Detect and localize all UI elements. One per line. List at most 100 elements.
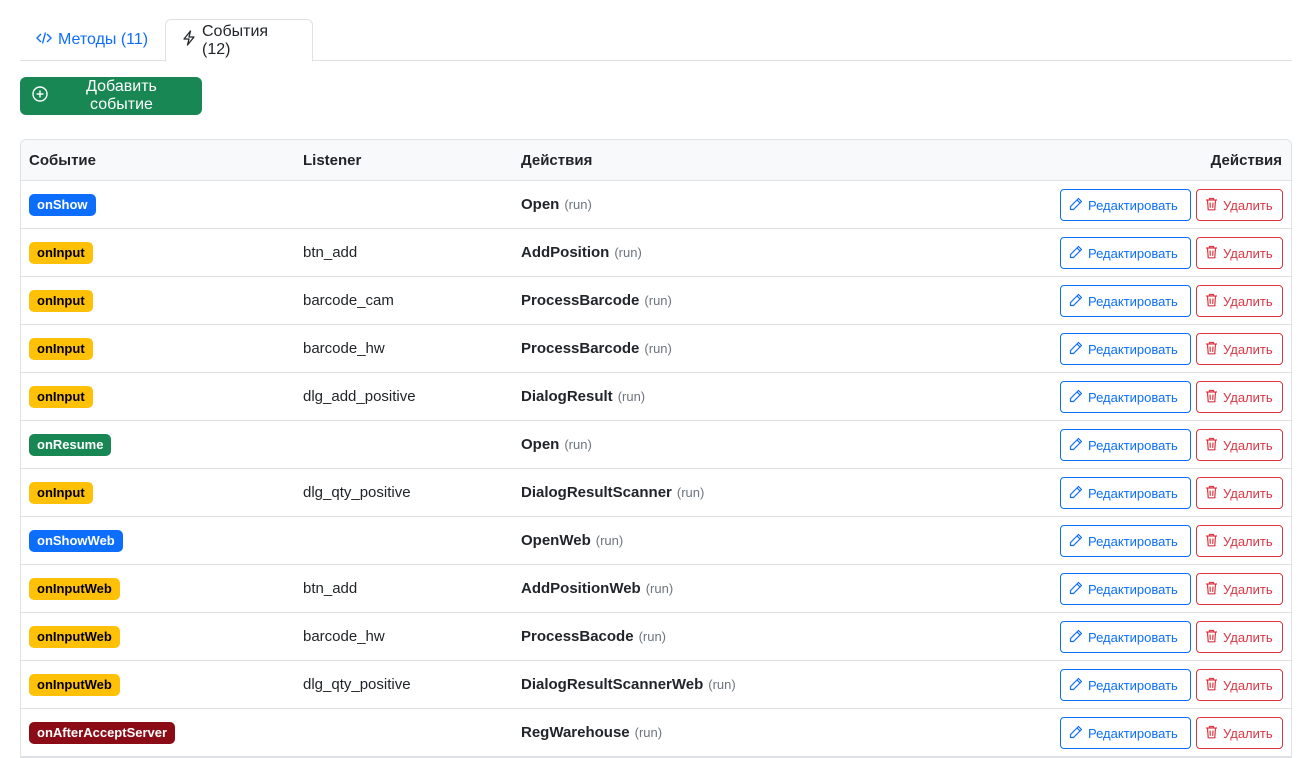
trash-icon bbox=[1205, 437, 1223, 454]
delete-button[interactable]: Удалить bbox=[1196, 189, 1283, 221]
tab-events[interactable]: События (12) bbox=[165, 19, 313, 62]
edit-button[interactable]: Редактировать bbox=[1060, 573, 1191, 605]
table-row: onInputWeb btn_add AddPositionWeb (run) … bbox=[21, 565, 1291, 613]
action-mode: (run) bbox=[644, 341, 672, 356]
pencil-icon bbox=[1069, 485, 1088, 502]
action-name: DialogResult bbox=[521, 388, 613, 405]
edit-label: Редактировать bbox=[1088, 197, 1178, 213]
action-mode: (run) bbox=[644, 293, 672, 308]
listener-cell: btn_add bbox=[303, 565, 357, 612]
delete-button[interactable]: Удалить bbox=[1196, 525, 1283, 557]
action-cell: DialogResultScanner (run) bbox=[521, 469, 704, 516]
trash-icon bbox=[1205, 197, 1223, 214]
event-badge: onInput bbox=[29, 385, 93, 408]
tab-bar: Методы (11) События (12) bbox=[20, 19, 1292, 62]
event-cell: onInputWeb bbox=[29, 565, 120, 612]
row-operations: Редактировать Удалить bbox=[1060, 573, 1283, 605]
row-operations: Редактировать Удалить bbox=[1060, 717, 1283, 749]
delete-button[interactable]: Удалить bbox=[1196, 429, 1283, 461]
edit-button[interactable]: Редактировать bbox=[1060, 621, 1191, 653]
edit-button[interactable]: Редактировать bbox=[1060, 381, 1191, 413]
table-row: onInput btn_add AddPosition (run) Редакт… bbox=[21, 229, 1291, 277]
edit-button[interactable]: Редактировать bbox=[1060, 285, 1191, 317]
row-operations: Редактировать Удалить bbox=[1060, 237, 1283, 269]
listener-name: dlg_qty_positive bbox=[303, 484, 411, 501]
delete-button[interactable]: Удалить bbox=[1196, 381, 1283, 413]
trash-icon bbox=[1205, 485, 1223, 502]
action-name: Open bbox=[521, 436, 560, 453]
edit-button[interactable]: Редактировать bbox=[1060, 477, 1191, 509]
edit-button[interactable]: Редактировать bbox=[1060, 333, 1191, 365]
edit-label: Редактировать bbox=[1088, 437, 1178, 453]
table-row: onInputWeb barcode_hw ProcessBacode (run… bbox=[21, 613, 1291, 661]
header-actions: Действия bbox=[521, 152, 593, 169]
listener-name: barcode_hw bbox=[303, 340, 385, 357]
trash-icon bbox=[1205, 629, 1223, 646]
edit-button[interactable]: Редактировать bbox=[1060, 525, 1191, 557]
edit-button[interactable]: Редактировать bbox=[1060, 237, 1191, 269]
action-mode: (run) bbox=[595, 533, 624, 548]
delete-button[interactable]: Удалить bbox=[1196, 573, 1283, 605]
delete-label: Удалить bbox=[1223, 341, 1273, 357]
edit-button[interactable]: Редактировать bbox=[1060, 669, 1191, 701]
add-event-button[interactable]: Добавить событие bbox=[20, 77, 202, 115]
action-name: RegWarehouse bbox=[521, 724, 630, 741]
listener-cell: barcode_hw bbox=[303, 613, 385, 660]
events-table: Событие Listener Действия Действия onSho… bbox=[20, 139, 1292, 758]
edit-label: Редактировать bbox=[1088, 629, 1178, 645]
row-operations: Редактировать Удалить bbox=[1060, 621, 1283, 653]
action-cell: ProcessBacode (run) bbox=[521, 613, 666, 660]
event-cell: onAfterAcceptServer bbox=[29, 709, 176, 756]
listener-cell: dlg_add_positive bbox=[303, 373, 416, 420]
edit-button[interactable]: Редактировать bbox=[1060, 189, 1191, 221]
listener-name: dlg_add_positive bbox=[303, 388, 416, 405]
pencil-icon bbox=[1069, 341, 1088, 358]
listener-name: dlg_qty_positive bbox=[303, 676, 411, 693]
event-badge: onInputWeb bbox=[29, 577, 120, 600]
event-cell: onInputWeb bbox=[29, 661, 120, 708]
action-name: AddPositionWeb bbox=[521, 580, 641, 597]
action-cell: AddPositionWeb (run) bbox=[521, 565, 673, 612]
event-cell: onInput bbox=[29, 277, 93, 324]
event-cell: onShow bbox=[29, 181, 96, 228]
delete-button[interactable]: Удалить bbox=[1196, 717, 1283, 749]
tab-events-label: События (12) bbox=[202, 22, 269, 58]
delete-button[interactable]: Удалить bbox=[1196, 333, 1283, 365]
delete-label: Удалить bbox=[1223, 725, 1273, 741]
action-name: DialogResultScanner bbox=[521, 484, 672, 501]
table-row: onShowWeb OpenWeb (run) Редактировать Уд… bbox=[21, 517, 1291, 565]
listener-name: barcode_hw bbox=[303, 628, 385, 645]
trash-icon bbox=[1205, 725, 1223, 742]
delete-label: Удалить bbox=[1223, 437, 1273, 453]
action-mode: (run) bbox=[645, 581, 674, 596]
action-cell: RegWarehouse (run) bbox=[521, 709, 662, 756]
action-mode: (run) bbox=[564, 197, 592, 212]
code-icon bbox=[36, 30, 58, 51]
delete-button[interactable]: Удалить bbox=[1196, 237, 1283, 269]
event-badge: onInputWeb bbox=[29, 673, 120, 696]
delete-button[interactable]: Удалить bbox=[1196, 669, 1283, 701]
header-listener: Listener bbox=[303, 152, 362, 169]
pencil-icon bbox=[1069, 437, 1088, 454]
delete-button[interactable]: Удалить bbox=[1196, 477, 1283, 509]
delete-button[interactable]: Удалить bbox=[1196, 285, 1283, 317]
edit-button[interactable]: Редактировать bbox=[1060, 429, 1191, 461]
row-operations: Редактировать Удалить bbox=[1060, 429, 1283, 461]
delete-label: Удалить bbox=[1223, 533, 1273, 549]
tab-methods[interactable]: Методы (11) bbox=[20, 19, 164, 61]
edit-button[interactable]: Редактировать bbox=[1060, 717, 1191, 749]
delete-label: Удалить bbox=[1223, 629, 1273, 645]
row-operations: Редактировать Удалить bbox=[1060, 381, 1283, 413]
edit-label: Редактировать bbox=[1088, 245, 1178, 261]
action-mode: (run) bbox=[676, 485, 705, 500]
edit-label: Редактировать bbox=[1088, 533, 1178, 549]
trash-icon bbox=[1205, 533, 1223, 550]
edit-label: Редактировать bbox=[1088, 389, 1178, 405]
event-badge: onInput bbox=[29, 241, 93, 264]
table-row: onInputWeb dlg_qty_positive DialogResult… bbox=[21, 661, 1291, 709]
event-cell: onInputWeb bbox=[29, 613, 120, 660]
table-row: onInput dlg_add_positive DialogResult (r… bbox=[21, 373, 1291, 421]
action-cell: ProcessBarcode (run) bbox=[521, 325, 672, 372]
event-cell: onResume bbox=[29, 421, 112, 468]
delete-button[interactable]: Удалить bbox=[1196, 621, 1283, 653]
